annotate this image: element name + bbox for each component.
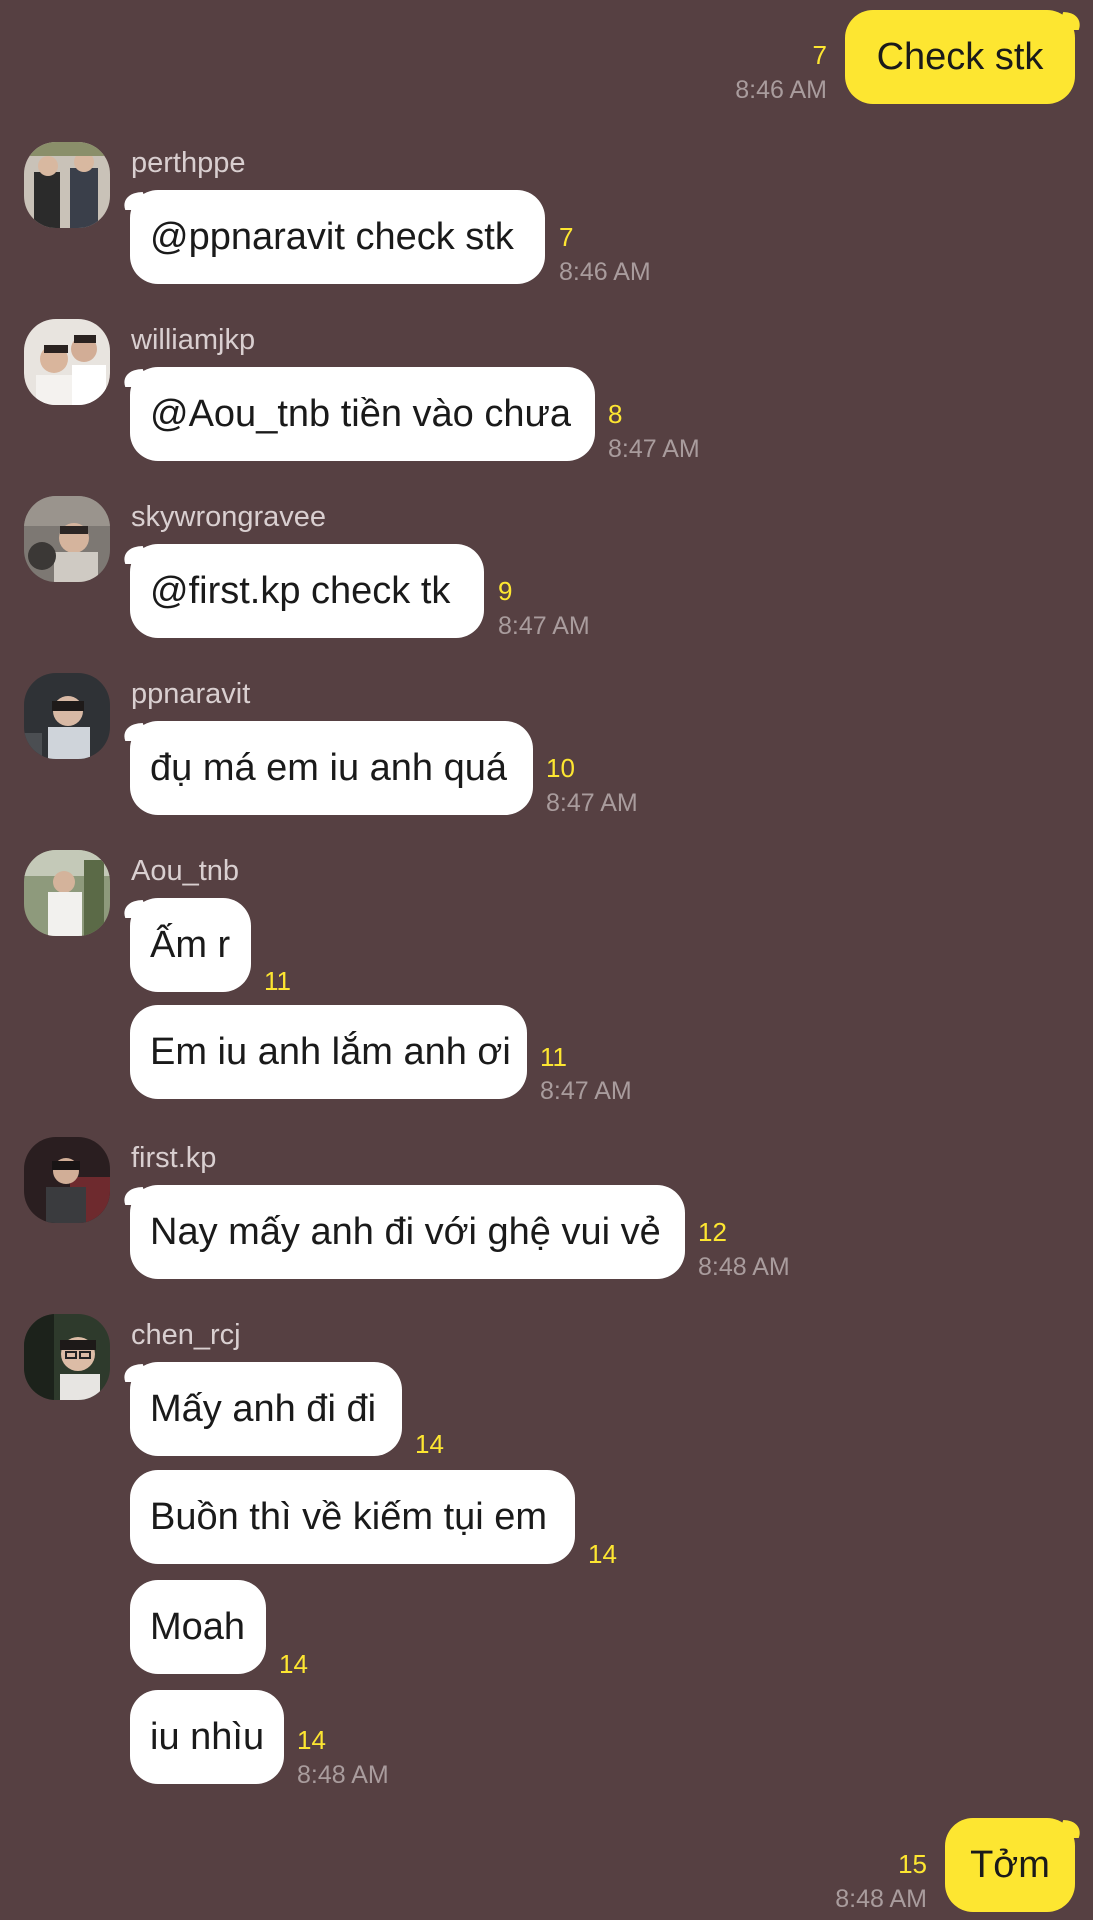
message-text: Nay mấy anh đi với ghệ vui vẻ [150,1210,661,1253]
message-text: Ấm r [150,923,231,966]
message-bubble[interactable]: Nay mấy anh đi với ghệ vui vẻ [118,1185,685,1279]
message-bubble[interactable]: @first.kp check tk [118,544,484,638]
message-timestamp: 8:47 AM [608,435,700,463]
sender-name: perthppe [131,147,246,179]
unread-count: 10 [546,753,575,783]
message-bubble[interactable]: Mấy anh đi đi [118,1362,402,1456]
message-text: @ppnaravit check stk [150,215,514,258]
avatar[interactable] [24,319,110,405]
message-bubble-outgoing[interactable]: Tởm [945,1818,1086,1912]
message-bubble[interactable]: @ppnaravit check stk [118,190,545,284]
message-timestamp: 8:48 AM [297,1761,389,1789]
message-text: Moah [150,1605,246,1648]
message-text: Buồn thì về kiếm tụi em [150,1495,548,1538]
message-timestamp: 8:46 AM [735,76,827,104]
avatar[interactable] [24,673,110,759]
unread-count: 11 [264,966,291,996]
avatar[interactable] [24,1314,110,1400]
message-bubble[interactable]: đụ má em iu anh quá [118,721,533,815]
unread-count: 14 [297,1725,326,1755]
sender-name: williamjkp [131,324,256,356]
message-timestamp: 8:47 AM [540,1077,632,1105]
message-bubble[interactable]: @Aou_tnb tiền vào chưa [118,367,595,461]
message-timestamp: 8:47 AM [546,789,638,817]
message-text: Mấy anh đi đi [150,1387,377,1430]
unread-count: 15 [898,1849,927,1879]
message-text: Tởm [970,1843,1050,1886]
message-text: iu nhìu [150,1715,265,1758]
sender-name: skywrongravee [131,501,327,533]
message-timestamp: 8:46 AM [559,258,651,286]
message-text: Em iu anh lắm anh ơi [150,1030,511,1073]
message-text: @Aou_tnb tiền vào chưa [150,392,572,435]
message-text: Check stk [876,35,1044,78]
message-bubble[interactable]: Em iu anh lắm anh ơi [130,1005,527,1099]
message-bubble[interactable]: Buồn thì về kiếm tụi em [130,1470,575,1564]
sender-name: Aou_tnb [131,855,240,887]
unread-count: 7 [812,40,827,70]
message-bubble-outgoing[interactable]: Check stk [845,10,1086,104]
sender-name: chen_rcj [131,1319,241,1351]
unread-count: 11 [540,1042,567,1072]
message-bubble[interactable]: iu nhìu [130,1690,284,1784]
unread-count: 12 [698,1217,727,1247]
message-bubble[interactable]: Moah [130,1580,266,1674]
message-text: @first.kp check tk [150,569,451,612]
unread-count: 14 [279,1649,308,1679]
unread-count: 7 [559,222,574,252]
sender-name: first.kp [131,1142,217,1174]
message-text: đụ má em iu anh quá [150,746,508,789]
unread-count: 8 [608,399,623,429]
avatar[interactable] [24,496,110,582]
avatar[interactable] [24,850,110,936]
unread-count: 14 [588,1539,617,1569]
message-timestamp: 8:47 AM [498,612,590,640]
message-timestamp: 8:48 AM [835,1885,927,1913]
message-bubble[interactable]: Ấm r [118,898,251,992]
unread-count: 9 [498,576,513,606]
avatar[interactable] [24,1137,110,1223]
message-timestamp: 8:48 AM [698,1253,790,1281]
avatar[interactable] [24,142,110,228]
unread-count: 14 [415,1429,444,1459]
sender-name: ppnaravit [131,678,251,710]
